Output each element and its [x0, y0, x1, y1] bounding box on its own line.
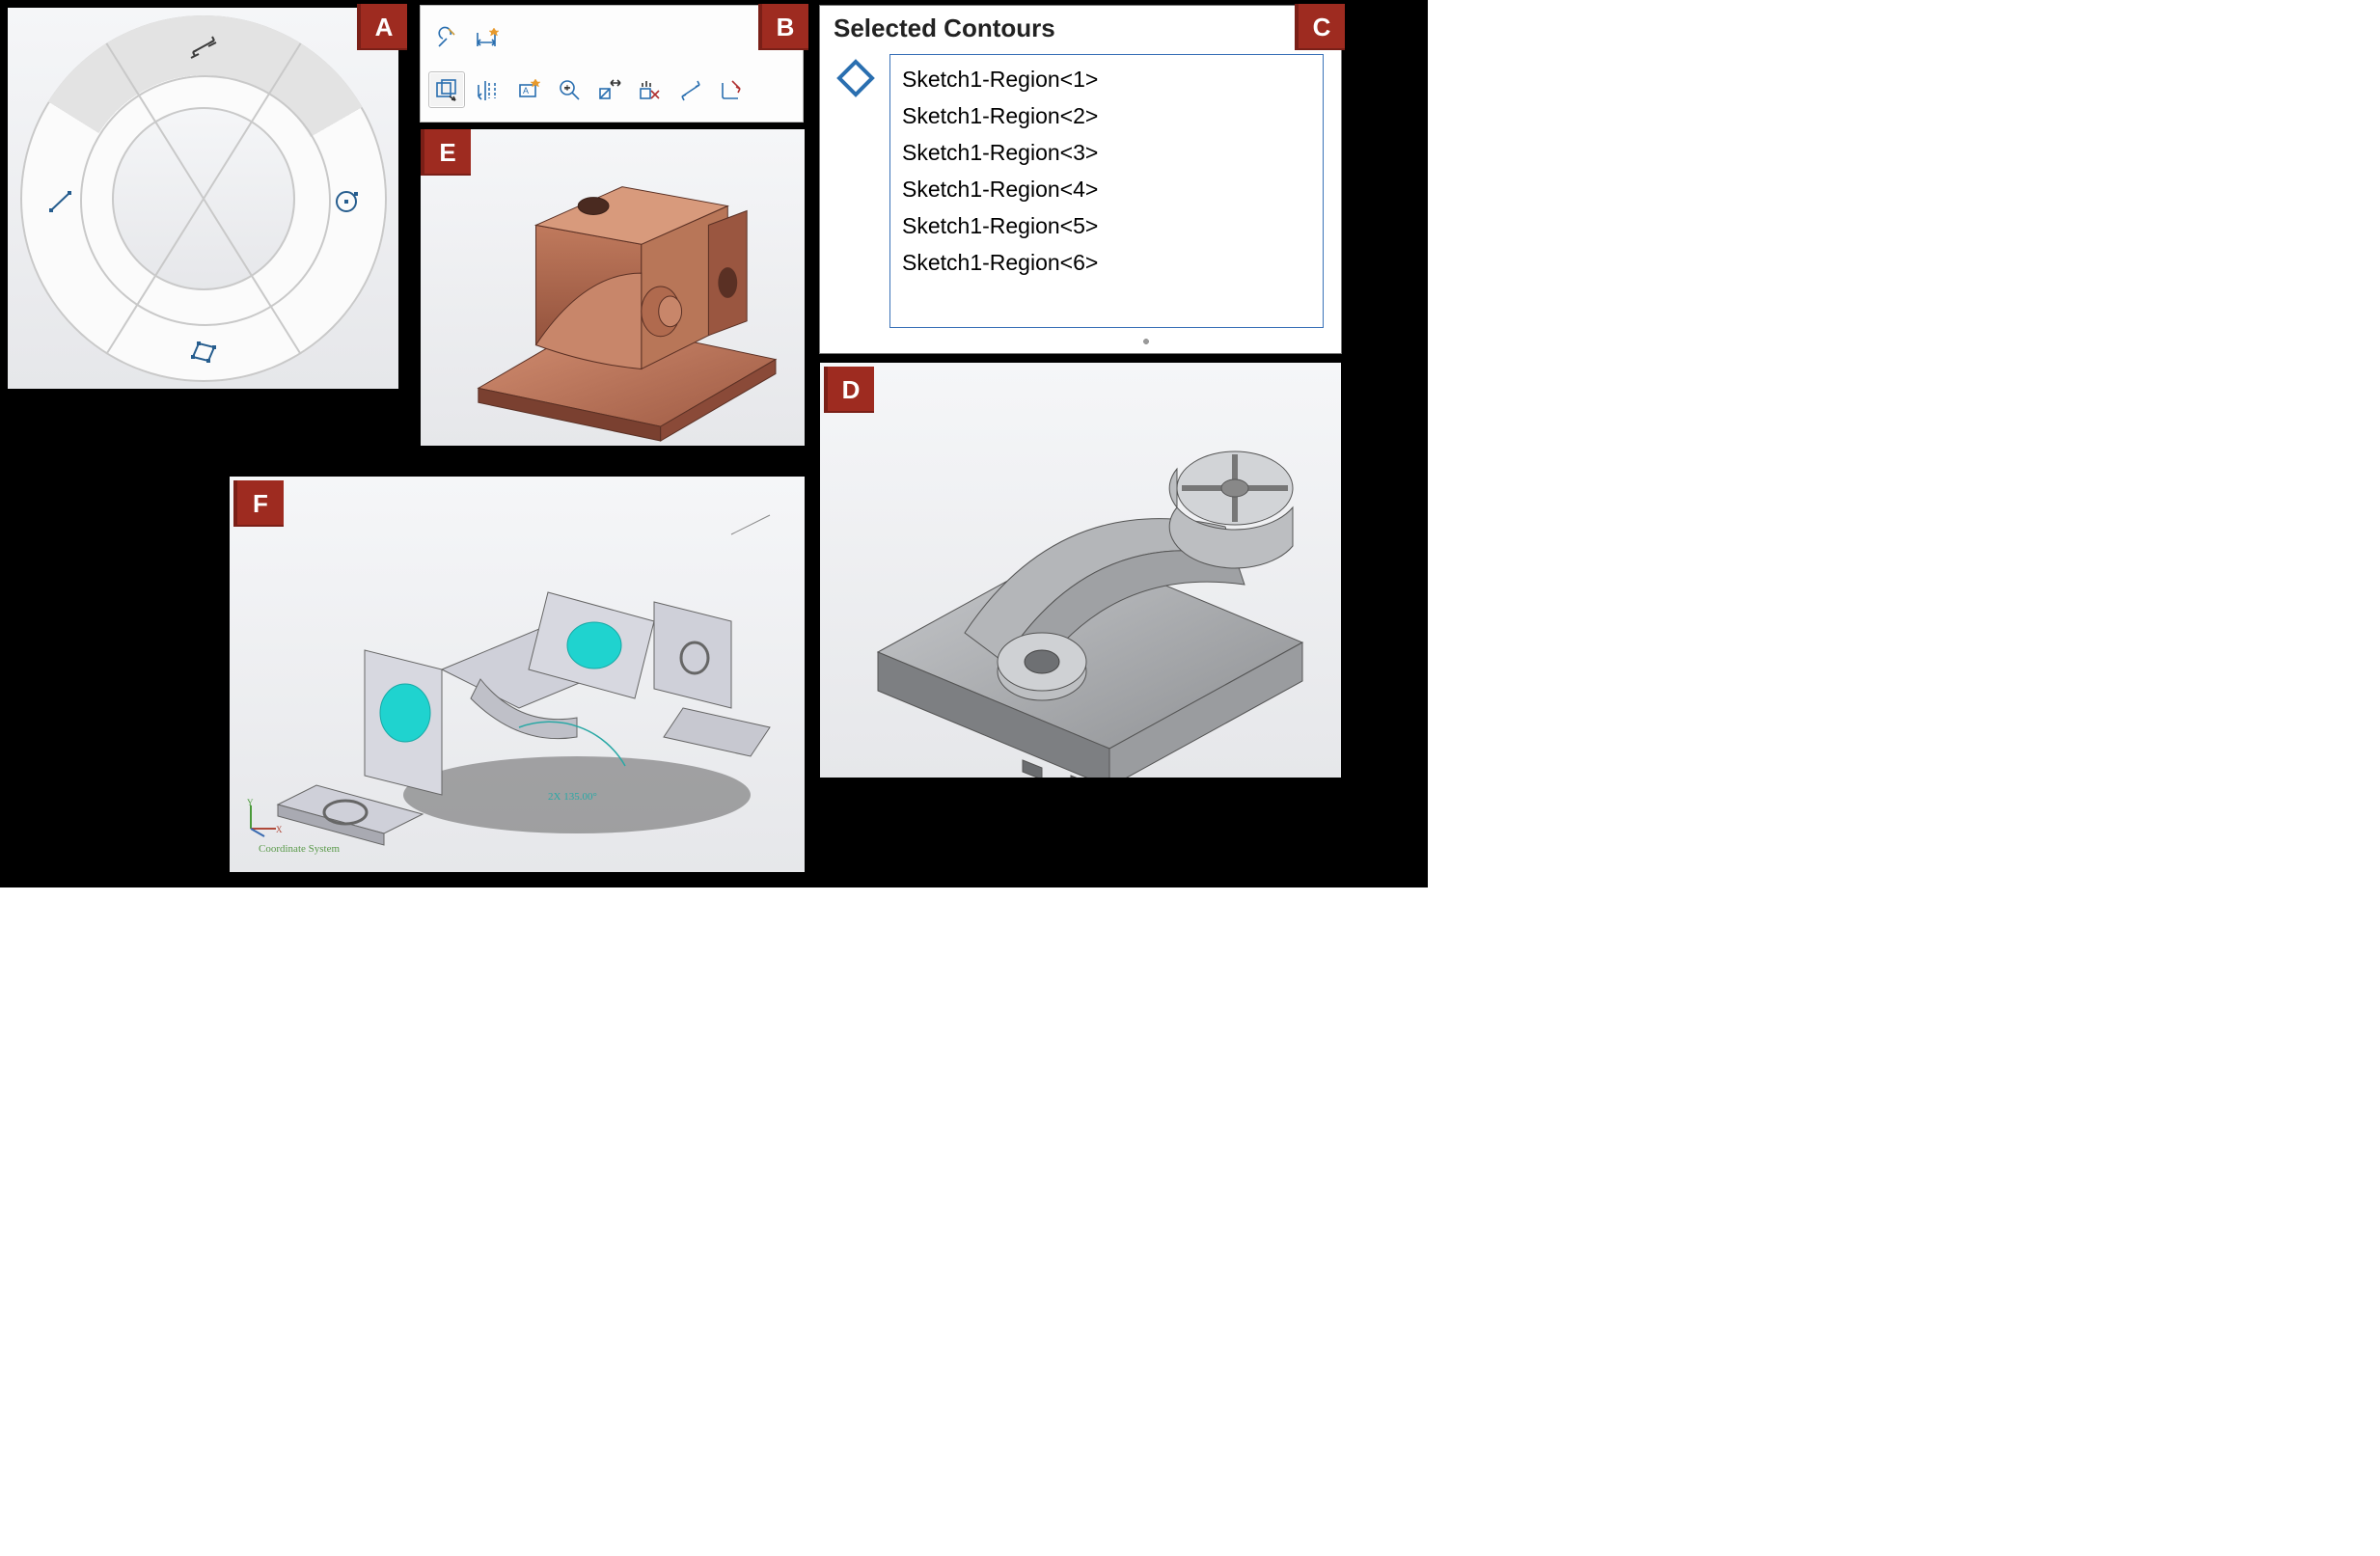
gesture-ring-panel — [8, 8, 398, 389]
contour-icon — [835, 58, 876, 98]
tag-a: A — [357, 4, 407, 50]
instant2d-icon[interactable] — [428, 71, 465, 108]
rectangle-icon[interactable] — [189, 336, 218, 365]
line-icon[interactable] — [46, 187, 75, 216]
svg-text:A: A — [523, 86, 529, 96]
smart-dimension-icon[interactable] — [189, 33, 218, 62]
list-item[interactable]: Sketch1-Region<5> — [902, 207, 1311, 244]
zoom-to-fit-icon[interactable]: = — [552, 72, 587, 107]
toolbar-row-2: A = — [428, 66, 795, 114]
circle-icon[interactable] — [332, 187, 361, 216]
exit-sketch-icon[interactable] — [714, 72, 749, 107]
list-item[interactable]: Sketch1-Region<2> — [902, 97, 1311, 134]
tag-f: F — [233, 480, 284, 527]
solid-model-copper — [421, 129, 805, 446]
smart-dimension-icon[interactable] — [469, 20, 504, 55]
coordinate-triad-icon: Y X — [243, 798, 282, 839]
svg-text:X: X — [276, 825, 283, 834]
tag-d: D — [824, 367, 874, 413]
list-item[interactable]: Sketch1-Region<4> — [902, 171, 1311, 207]
resize-grip-icon[interactable] — [1138, 338, 1154, 345]
selected-contours-panel: Selected Contours Sketch1-Region<1> Sket… — [820, 6, 1341, 353]
tag-e: E — [421, 129, 471, 176]
tag-c: C — [1295, 4, 1345, 50]
solid-model-sheetmetal — [230, 477, 805, 872]
viewport-copper-part[interactable] — [421, 129, 805, 446]
svg-text:=: = — [564, 84, 569, 93]
sketch-toolbar: A = — [421, 6, 803, 122]
list-item[interactable]: Sketch1-Region<3> — [902, 134, 1311, 171]
tag-b: B — [758, 4, 808, 50]
viewport-gray-mold[interactable] — [820, 363, 1341, 778]
solid-model-mold — [820, 363, 1341, 778]
list-item[interactable]: Sketch1-Region<6> — [902, 244, 1311, 281]
list-item[interactable]: Sketch1-Region<1> — [902, 61, 1311, 97]
stage: A A = — [0, 0, 1428, 887]
gesture-ring[interactable] — [8, 8, 398, 389]
contour-listbox[interactable]: Sketch1-Region<1> Sketch1-Region<2> Sket… — [889, 54, 1324, 328]
svg-text:Y: Y — [247, 798, 254, 807]
panel-title: Selected Contours — [834, 14, 1055, 43]
add-relation-icon[interactable] — [592, 72, 627, 107]
fix-relation-icon[interactable] — [428, 20, 463, 55]
auto-scale-icon[interactable]: A — [511, 72, 546, 107]
toolbar-row-1 — [428, 14, 795, 62]
clear-relations-icon[interactable] — [633, 72, 668, 107]
viewport-sheetmetal[interactable]: Y X Coordinate System 2X 135.00° — [230, 477, 805, 872]
coordinate-system-label: Coordinate System — [259, 843, 340, 855]
measure-icon[interactable] — [673, 72, 708, 107]
shaded-sketch-contours-icon[interactable] — [471, 72, 506, 107]
angle-annotation: 2X 135.00° — [548, 791, 597, 803]
